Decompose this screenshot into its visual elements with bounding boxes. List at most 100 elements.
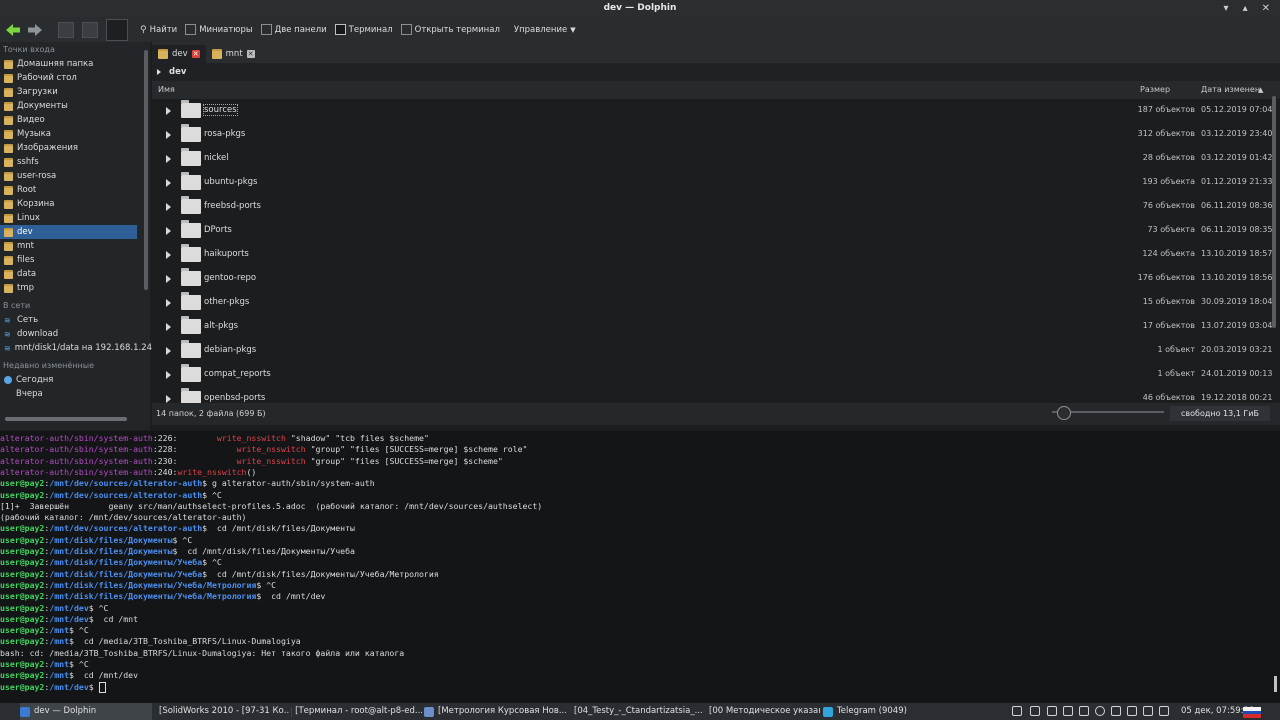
home-button[interactable] (82, 21, 98, 38)
sidebar-item[interactable]: ≋ download (0, 327, 137, 341)
sidebar-item[interactable]: Рабочий стол (0, 71, 137, 85)
column-size[interactable]: Размер (1140, 81, 1170, 99)
file-row[interactable]: haikuports 124 объекта 13.10.2019 18:57 (152, 243, 1272, 267)
sidebar-item[interactable]: Linux (0, 211, 137, 225)
chart-icon[interactable] (1030, 706, 1040, 716)
tab-mnt[interactable]: mnt ✕ (206, 45, 261, 63)
clipboard-tray-icon[interactable] (1047, 706, 1057, 716)
maximize-button[interactable]: ▴ (1243, 0, 1248, 17)
expand-icon[interactable] (166, 323, 171, 331)
sidebar-item[interactable]: Корзина (0, 197, 137, 211)
split-view-button[interactable]: Две панели (260, 24, 327, 35)
file-row[interactable]: other-pkgs 15 объектов 30.09.2019 18:04 (152, 291, 1272, 315)
sidebar-item[interactable]: Музыка (0, 127, 137, 141)
sidebar-item[interactable]: ≋ mnt/disk1/data на 192.168.1.248 (0, 341, 157, 355)
sidebar-item[interactable]: user-rosa (0, 169, 137, 183)
file-row[interactable]: alt-pkgs 17 объектов 13.07.2019 03:04 (152, 315, 1272, 339)
open-terminal-button[interactable]: Открыть терминал (400, 24, 500, 35)
sidebar-item-label: Изображения (17, 143, 79, 153)
close-tab-icon[interactable]: ✕ (246, 50, 255, 58)
tab-dev[interactable]: dev ✕ (152, 45, 206, 63)
bluetooth-icon[interactable] (1159, 706, 1169, 716)
column-date[interactable]: Дата изменен (1201, 81, 1260, 99)
file-row[interactable]: rosa-pkgs 312 объектов 03.12.2019 23:40 (152, 123, 1272, 147)
sidebar-item[interactable]: sshfs (0, 155, 137, 169)
keyboard-layout-flag-icon[interactable] (1243, 707, 1261, 718)
clipboard-icon[interactable] (1012, 706, 1022, 716)
forward-button[interactable] (26, 21, 44, 39)
breadcrumb[interactable]: dev (152, 63, 1280, 81)
taskbar-task[interactable]: dev — Dolphin (20, 703, 152, 720)
reload-button[interactable] (106, 18, 128, 41)
file-row[interactable]: freebsd-ports 76 объектов 06.11.2019 08:36 (152, 195, 1272, 219)
thumbnails-button[interactable]: Миниатюры (185, 24, 253, 35)
minimize-button[interactable]: ▾ (1224, 0, 1229, 17)
file-row[interactable]: ubuntu-pkgs 193 объекта 01.12.2019 21:33 (152, 171, 1272, 195)
download-icon[interactable] (1063, 706, 1073, 716)
usb-icon[interactable] (1143, 706, 1153, 716)
breadcrumb-segment[interactable]: dev (169, 63, 186, 81)
expand-icon[interactable] (166, 227, 171, 235)
terminal-scrollbar[interactable] (1274, 676, 1277, 692)
taskbar-task[interactable]: [Метрология Курсовая Нов... (424, 703, 569, 720)
expand-icon[interactable] (166, 155, 171, 163)
sidebar-item[interactable]: mnt (0, 239, 137, 253)
sidebar-item[interactable]: Вчера (0, 387, 137, 401)
file-row[interactable]: nickel 28 объектов 03.12.2019 01:42 (152, 147, 1272, 171)
taskbar-task[interactable]: Telegram (9049) (823, 703, 908, 720)
updates-icon[interactable] (1095, 706, 1105, 716)
volume-icon[interactable] (1111, 706, 1121, 716)
sidebar-item[interactable]: Документы (0, 99, 137, 113)
up-button[interactable] (58, 21, 74, 38)
sidebar-item[interactable]: data (0, 267, 137, 281)
sidebar-item[interactable]: files (0, 253, 137, 267)
taskbar-task[interactable]: [00 Методическое указани... (705, 703, 820, 720)
sidebar-item[interactable]: dev (0, 225, 137, 239)
file-name: compat_reports (204, 369, 271, 379)
file-row[interactable]: debian-pkgs 1 объект 20.03.2019 03:21 (152, 339, 1272, 363)
taskbar-task[interactable]: [04_Testy_-_Ctandartizatsia_... (570, 703, 702, 720)
display-icon[interactable] (1079, 706, 1089, 716)
sidebar-item[interactable]: Видео (0, 113, 137, 127)
free-space-indicator[interactable]: свободно 13,1 ГиБ (1170, 406, 1270, 421)
expand-icon[interactable] (166, 203, 171, 211)
sidebar-item[interactable]: Изображения (0, 141, 137, 155)
taskbar-task[interactable]: [Терминал - root@alt-p8-ed... (291, 703, 423, 720)
expand-icon[interactable] (166, 179, 171, 187)
manage-menu-button[interactable]: Управление ▼ (514, 25, 576, 35)
close-tab-icon[interactable]: ✕ (191, 50, 200, 58)
sidebar-item[interactable]: Загрузки (0, 85, 137, 99)
terminal-toggle-button[interactable]: Терминал (334, 24, 393, 35)
expand-icon[interactable] (166, 131, 171, 139)
expand-icon[interactable] (166, 275, 171, 283)
network-icon: ≋ (4, 315, 11, 325)
taskbar-task[interactable]: [SolidWorks 2010 - [97-31 Ко... (155, 703, 290, 720)
terminal-panel[interactable]: alterator-auth/sbin/system-auth:226: wri… (0, 431, 1280, 703)
file-row[interactable]: gentoo-repo 176 объектов 13.10.2019 18:56 (152, 267, 1272, 291)
expand-icon[interactable] (166, 347, 171, 355)
sidebar-item[interactable]: tmp (0, 281, 137, 295)
sidebar-item[interactable]: Сегодня (0, 373, 137, 387)
column-name[interactable]: Имя (158, 81, 175, 99)
sidebar-item[interactable]: ≋ Сеть (0, 313, 137, 327)
file-list-scrollbar[interactable] (1272, 96, 1276, 328)
sidebar-hscrollbar[interactable] (5, 417, 127, 421)
expand-icon[interactable] (166, 395, 171, 403)
file-row[interactable]: sources 187 объектов 05.12.2019 07:04 (152, 99, 1272, 123)
expand-icon[interactable] (166, 251, 171, 259)
sidebar-item[interactable]: Root (0, 183, 137, 197)
file-row[interactable]: DPorts 73 объекта 06.11.2019 08:35 (152, 219, 1272, 243)
file-row[interactable]: compat_reports 1 объект 24.01.2019 00:13 (152, 363, 1272, 387)
back-button[interactable] (4, 21, 22, 39)
expand-icon[interactable] (166, 371, 171, 379)
close-button[interactable]: ✕ (1262, 0, 1270, 17)
file-row[interactable]: openbsd-ports 46 объектов 19.12.2018 00:21 (152, 387, 1272, 403)
sidebar-item[interactable]: Домашняя папка (0, 57, 137, 71)
sidebar-item-label: data (17, 269, 37, 279)
find-button[interactable]: ⚲ Найти (140, 25, 177, 35)
zoom-slider-handle[interactable] (1057, 406, 1071, 420)
network-icon[interactable] (1127, 706, 1137, 716)
expand-icon[interactable] (166, 299, 171, 307)
sidebar-scrollbar[interactable] (144, 50, 148, 290)
expand-icon[interactable] (166, 107, 171, 115)
